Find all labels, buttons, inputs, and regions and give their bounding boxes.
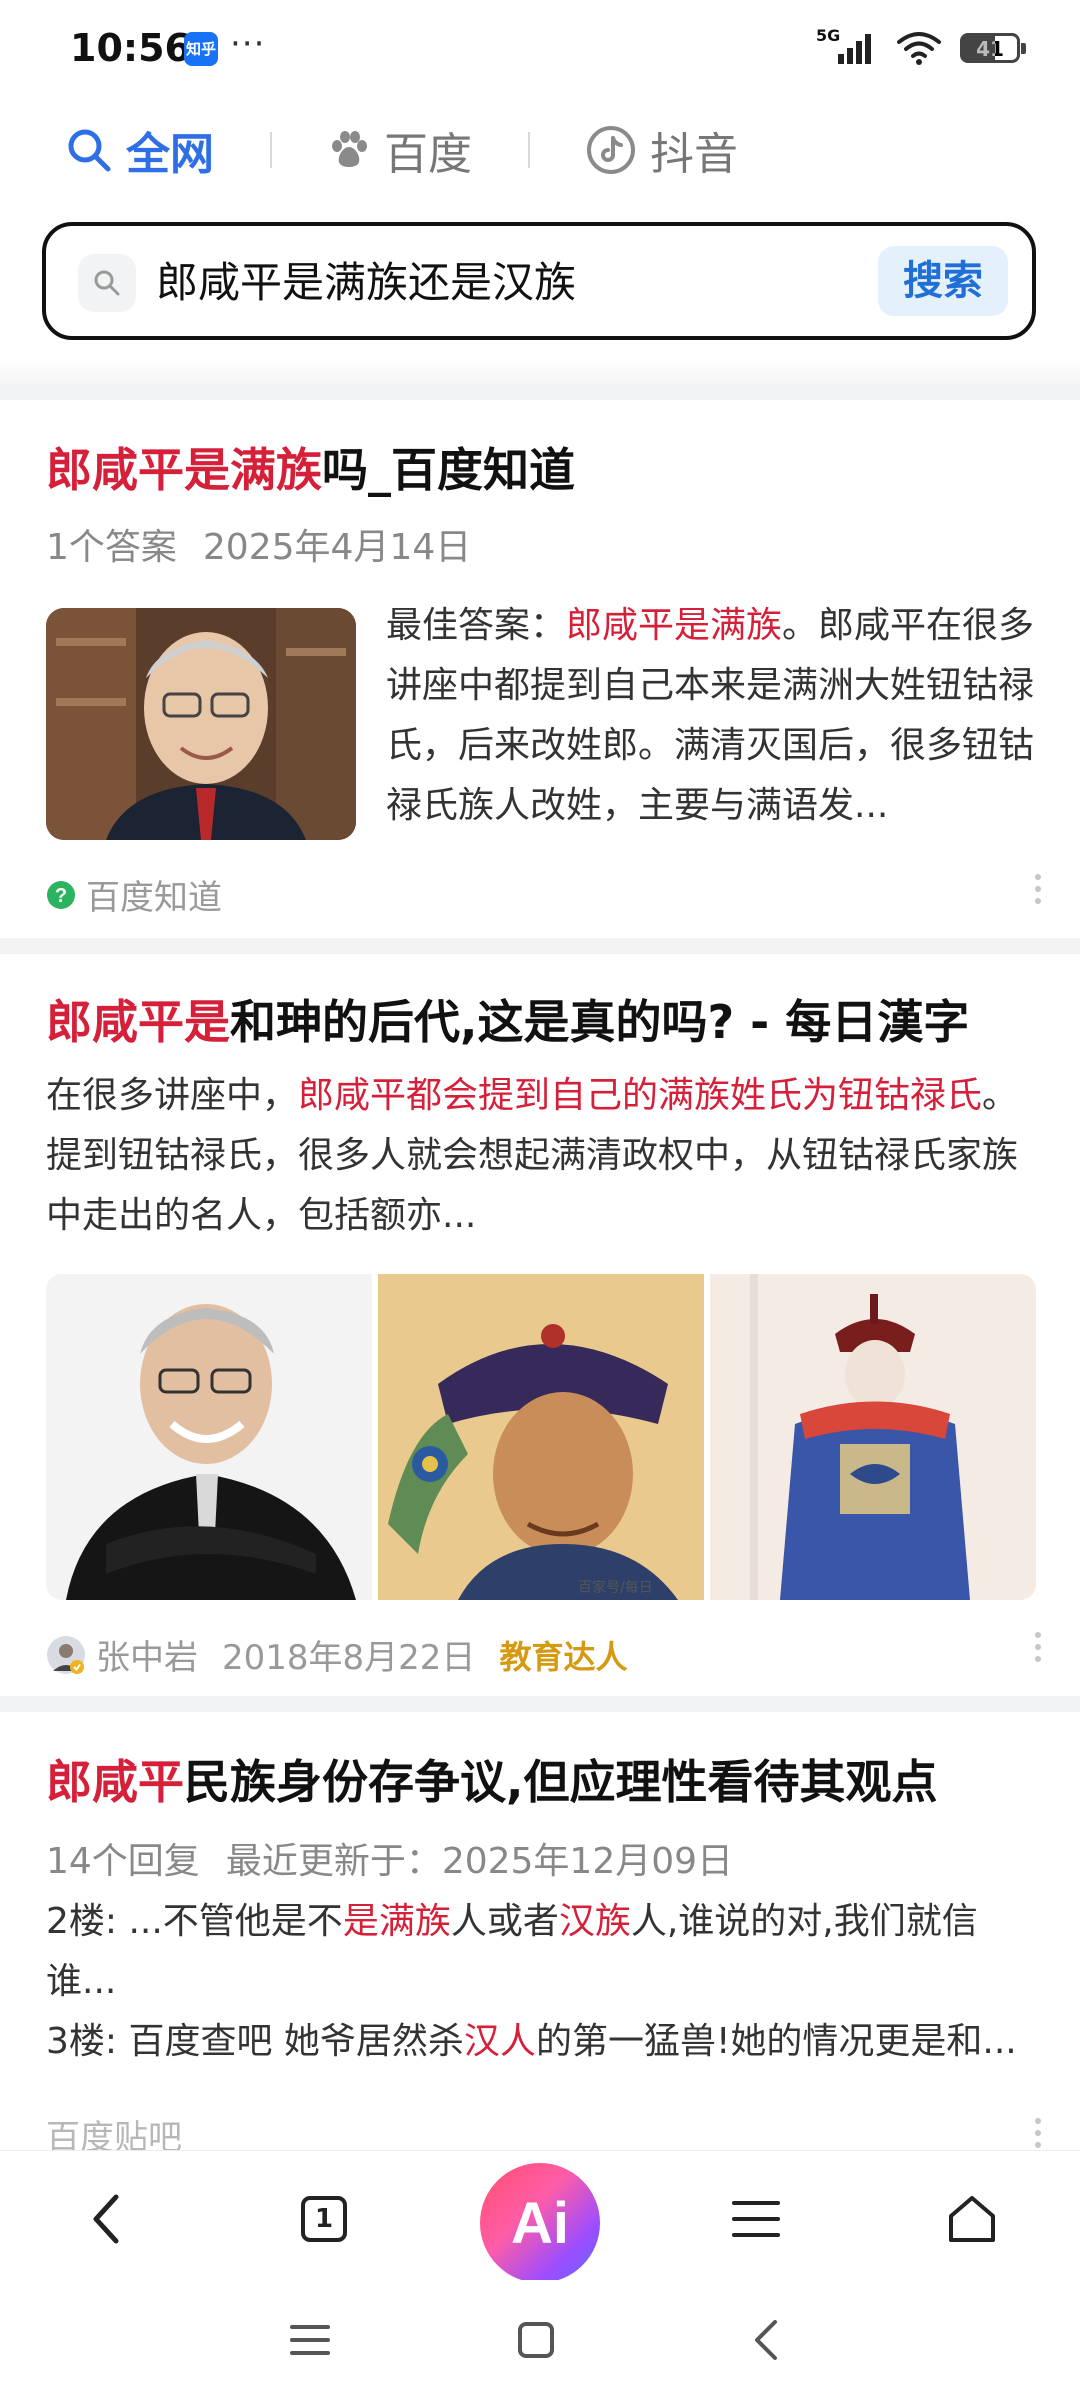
tab-douyin-label: 抖音 — [650, 129, 738, 180]
battery-icon: 41 — [960, 33, 1026, 63]
result-title[interactable]: 郎咸平是满族吗_百度知道 — [46, 440, 1036, 500]
floor2-mid: 人或者 — [450, 1901, 559, 1942]
more-options-icon[interactable] — [1034, 1632, 1042, 1662]
source-name: 百度知道 — [86, 878, 222, 918]
title-highlight: 郎咸平是满族 — [46, 443, 322, 497]
search-icon — [68, 129, 111, 172]
tab-divider — [270, 132, 272, 168]
network-type: 5G — [816, 26, 841, 45]
home-button[interactable] — [932, 2179, 1012, 2259]
result-image[interactable] — [46, 1274, 372, 1600]
result-source[interactable]: ? 百度知道 — [46, 870, 222, 919]
wifi-icon — [897, 32, 941, 65]
tab-count: 1 — [314, 2204, 334, 2234]
result-snippet-floor3: 3楼: 百度查吧 她爷居然杀汉人的第一猛兽!她的情况更是和... — [46, 2012, 1036, 2072]
menu-button[interactable] — [716, 2179, 796, 2259]
result-image[interactable] — [710, 1274, 1036, 1600]
status-bar: 10:56 知乎 ··· 5G 41 — [0, 0, 1080, 100]
home-icon — [949, 2196, 995, 2242]
author-name: 张中岩 — [96, 1638, 198, 1678]
floor2-highlight-2: 汉族 — [558, 1901, 631, 1942]
divider — [0, 384, 1080, 400]
result-snippet: 最佳答案：郎咸平是满族。郎咸平在很多讲座中都提到自己本来是满洲大姓钮钴禄氏，后来… — [386, 596, 1066, 836]
image-watermark: 百家号/每日 — [578, 1579, 653, 1596]
baidu-zhidao-icon: ? — [47, 880, 75, 909]
snippet-highlight: 郎咸平是满族 — [566, 605, 783, 646]
system-back-button[interactable] — [736, 2310, 796, 2370]
result-title[interactable]: 郎咸平民族身份存争议,但应理性看待其观点 — [46, 1752, 1036, 1812]
ai-assistant-button[interactable]: Ai — [480, 2163, 600, 2283]
title-text: 吗_百度知道 — [322, 443, 575, 497]
tabs-button[interactable]: 1 — [284, 2179, 364, 2259]
updated-date: 最近更新于：2025年12月09日 — [225, 1841, 734, 1882]
signal-icon: 5G — [816, 26, 878, 68]
back-button[interactable] — [66, 2179, 146, 2259]
system-nav-bar — [0, 2280, 1080, 2400]
floor3-text: 的第一猛兽!她的情况更是和... — [535, 2021, 1017, 2062]
more-options-icon[interactable] — [1034, 2118, 1042, 2148]
tab-all-web[interactable]: 全网 — [66, 118, 214, 182]
more-options-icon[interactable] — [1034, 874, 1042, 904]
search-box[interactable]: 郎咸平是满族还是汉族 搜索 — [42, 222, 1036, 340]
tab-baidu-label: 百度 — [384, 129, 472, 180]
title-highlight: 郎咸平是 — [46, 995, 230, 1049]
battery-level: 41 — [976, 37, 1004, 61]
title-text: 民族身份存争议,但应理性看待其观点 — [184, 1755, 938, 1809]
system-home-button[interactable] — [506, 2310, 566, 2370]
floor2-highlight-1: 是满族 — [342, 1901, 451, 1942]
status-icons: 5G 41 — [816, 26, 1026, 68]
tab-douyin[interactable]: 抖音 — [586, 118, 738, 182]
tabs-icon: 1 — [301, 2196, 347, 2242]
result-snippet: 在很多讲座中，郎咸平都会提到自己的满族姓氏为钮钴禄氏。提到钮钴禄氏，很多人就会想… — [46, 1066, 1036, 1248]
zhihu-app-icon: 知乎 — [184, 32, 218, 66]
result-thumbnail[interactable] — [46, 608, 356, 840]
result-snippet-floor2: 2楼: ...不管他是不是满族人或者汉族人,谁说的对,我们就信谁... — [46, 1892, 1036, 2012]
result-image[interactable]: 百家号/每日 — [378, 1274, 704, 1600]
result-date: 2025年4月14日 — [202, 527, 472, 568]
divider — [0, 938, 1080, 954]
result-card-1[interactable]: 郎咸平是满族吗_百度知道 1个答案 2025年4月14日 最佳答案：郎咸平是满族。… — [46, 440, 1041, 918]
result-card-2[interactable]: 郎咸平是和珅的后代,这是真的吗? - 每日漢字 在很多讲座中，郎咸平都会提到自己… — [46, 992, 1041, 1678]
author-tag: 教育达人 — [499, 1637, 628, 1676]
snippet-prefix: 最佳答案： — [386, 605, 567, 646]
status-time: 10:56 — [70, 26, 191, 70]
floor3-prefix: 3楼: 百度查吧 她爷居然杀 — [46, 2021, 464, 2062]
title-text: 和珅的后代,这是真的吗? - 每日漢字 — [230, 995, 970, 1049]
more-notifications-icon: ··· — [230, 24, 266, 64]
divider — [0, 1696, 1080, 1712]
result-card-3[interactable]: 郎咸平民族身份存争议,但应理性看待其观点 14个回复 最近更新于：2025年12月… — [46, 1752, 1041, 2158]
baidu-paw-icon — [332, 131, 367, 167]
result-date: 2018年8月22日 — [222, 1638, 476, 1678]
result-meta: 1个答案 2025年4月14日 — [46, 518, 1036, 570]
search-icon — [94, 270, 120, 296]
system-recents-button[interactable] — [280, 2310, 340, 2370]
snippet-highlight: 郎咸平都会提到自己的满族姓氏为钮钴禄氏 — [298, 1075, 983, 1116]
douyin-icon — [587, 126, 635, 174]
result-title[interactable]: 郎咸平是和珅的后代,这是真的吗? - 每日漢字 — [46, 992, 1036, 1052]
engine-tabs: 全网 百度 抖音 — [66, 118, 738, 182]
reply-count: 14个回复 — [46, 1841, 200, 1882]
menu-icon — [732, 2201, 780, 2237]
floor3-highlight: 汉人 — [463, 2021, 536, 2062]
search-input[interactable]: 郎咸平是满族还是汉族 — [156, 254, 576, 312]
floor2-prefix: 2楼: ...不管他是不 — [46, 1901, 343, 1942]
tab-divider — [528, 132, 530, 168]
result-meta: 14个回复 最近更新于：2025年12月09日 — [46, 1832, 1036, 1884]
square-home-icon — [518, 2322, 554, 2358]
result-author-row[interactable]: 张中岩 2018年8月22日 教育达人 — [46, 1630, 627, 1679]
back-icon — [755, 2320, 777, 2360]
search-box-icon — [78, 254, 136, 312]
answer-count: 1个答案 — [46, 527, 177, 568]
avatar — [47, 1635, 85, 1674]
back-icon — [93, 2194, 119, 2244]
tab-all-web-label: 全网 — [126, 129, 214, 180]
tab-baidu[interactable]: 百度 — [328, 118, 472, 182]
title-highlight: 郎咸平 — [46, 1755, 184, 1809]
svg-text:?: ? — [55, 885, 67, 907]
snippet-prefix: 在很多讲座中， — [46, 1075, 299, 1116]
result-image-strip[interactable]: 百家号/每日 — [46, 1274, 1036, 1600]
bottom-nav: 1 Ai — [0, 2150, 1080, 2283]
recents-icon — [290, 2325, 330, 2355]
search-button[interactable]: 搜索 — [878, 246, 1008, 316]
